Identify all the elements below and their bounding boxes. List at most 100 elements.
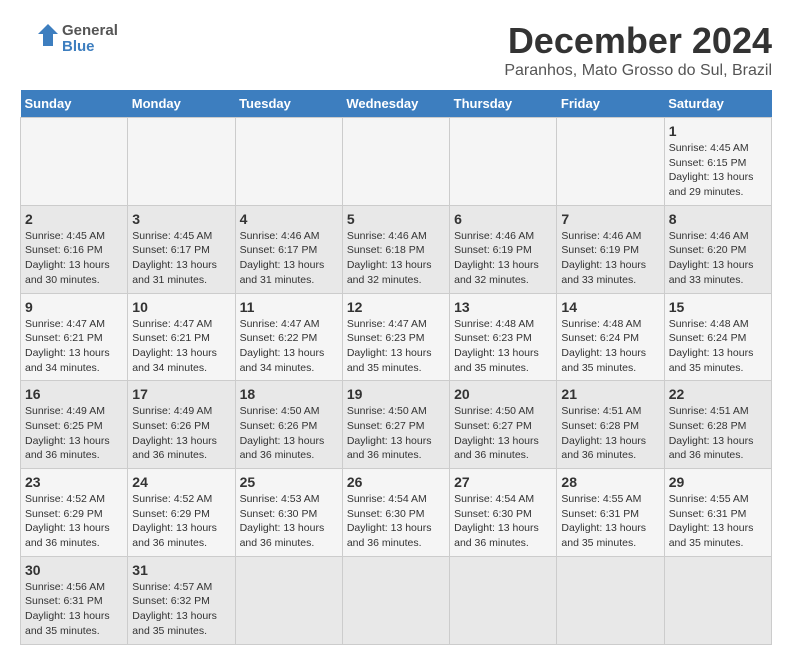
day-number: 16 [25,386,123,402]
day-info: Sunrise: 4:55 AM Sunset: 6:31 PM Dayligh… [561,492,659,551]
calendar-week-row: 16Sunrise: 4:49 AM Sunset: 6:25 PM Dayli… [21,381,772,469]
day-number: 13 [454,299,552,315]
day-number: 8 [669,211,767,227]
calendar-week-row: 2 Sunrise: 4:45 AM Sunset: 6:16 PM Daylig… [21,205,772,293]
calendar-cell [21,118,128,206]
day-info: Sunrise: 4:52 AM Sunset: 6:29 PM Dayligh… [25,492,123,551]
calendar-cell: 30 Sunrise: 4:56 AM Sunset: 6:31 PM Dayli… [21,556,128,644]
day-info: Sunrise: 4:49 AM Sunset: 6:26 PM Dayligh… [132,404,230,463]
calendar-week-row: 30 Sunrise: 4:56 AM Sunset: 6:31 PM Dayli… [21,556,772,644]
day-info: Sunrise: 4:51 AM Sunset: 6:28 PM Dayligh… [561,404,659,463]
calendar-cell [557,118,664,206]
calendar-cell: 7 Sunrise: 4:46 AM Sunset: 6:19 PM Daylig… [557,205,664,293]
calendar-cell: 22 Sunrise: 4:51 AM Sunset: 6:28 PM Dayli… [664,381,771,469]
calendar-cell: 19 Sunrise: 4:50 AM Sunset: 6:27 PM Dayli… [342,381,449,469]
day-of-week-header: Sunday [21,90,128,118]
calendar-cell [664,556,771,644]
day-info: Sunrise: 4:55 AM Sunset: 6:31 PM Dayligh… [669,492,767,551]
day-info: Sunrise: 4:46 AM Sunset: 6:19 PM Dayligh… [454,229,552,288]
day-info: Sunrise: 4:56 AM Sunset: 6:31 PM Dayligh… [25,580,123,639]
calendar-cell: 12 Sunrise: 4:47 AM Sunset: 6:23 PM Dayli… [342,293,449,381]
calendar-cell: 8 Sunrise: 4:46 AM Sunset: 6:20 PM Daylig… [664,205,771,293]
day-info: Sunrise: 4:45 AM Sunset: 6:17 PM Dayligh… [132,229,230,288]
subtitle: Paranhos, Mato Grosso do Sul, Brazil [504,62,772,80]
day-info: Sunrise: 4:50 AM Sunset: 6:27 PM Dayligh… [347,404,445,463]
day-info: Sunrise: 4:54 AM Sunset: 6:30 PM Dayligh… [347,492,445,551]
calendar-cell: 6Sunrise: 4:46 AM Sunset: 6:19 PM Daylig… [450,205,557,293]
day-of-week-header: Tuesday [235,90,342,118]
calendar-cell [342,556,449,644]
calendar-cell: 14 Sunrise: 4:48 AM Sunset: 6:24 PM Dayli… [557,293,664,381]
day-number: 27 [454,474,552,490]
day-info: Sunrise: 4:46 AM Sunset: 6:18 PM Dayligh… [347,229,445,288]
day-info: Sunrise: 4:46 AM Sunset: 6:19 PM Dayligh… [561,229,659,288]
day-info: Sunrise: 4:51 AM Sunset: 6:28 PM Dayligh… [669,404,767,463]
day-info: Sunrise: 4:45 AM Sunset: 6:15 PM Dayligh… [669,141,767,200]
day-info: Sunrise: 4:48 AM Sunset: 6:24 PM Dayligh… [669,317,767,376]
calendar-cell [557,556,664,644]
day-number: 10 [132,299,230,315]
logo: General Blue [20,20,118,58]
calendar-header-row: SundayMondayTuesdayWednesdayThursdayFrid… [21,90,772,118]
day-number: 2 [25,211,123,227]
day-info: Sunrise: 4:45 AM Sunset: 6:16 PM Dayligh… [25,229,123,288]
day-info: Sunrise: 4:47 AM Sunset: 6:23 PM Dayligh… [347,317,445,376]
day-number: 24 [132,474,230,490]
calendar-cell: 5 Sunrise: 4:46 AM Sunset: 6:18 PM Daylig… [342,205,449,293]
day-number: 7 [561,211,659,227]
day-info: Sunrise: 4:48 AM Sunset: 6:24 PM Dayligh… [561,317,659,376]
day-number: 31 [132,562,230,578]
calendar-cell [342,118,449,206]
day-number: 28 [561,474,659,490]
logo-general: General [62,23,118,40]
calendar-week-row: 9 Sunrise: 4:47 AM Sunset: 6:21 PM Daylig… [21,293,772,381]
logo-svg [20,20,58,58]
day-info: Sunrise: 4:50 AM Sunset: 6:26 PM Dayligh… [240,404,338,463]
calendar-cell: 26Sunrise: 4:54 AM Sunset: 6:30 PM Dayli… [342,469,449,557]
calendar-cell [450,556,557,644]
calendar-week-row: 1 Sunrise: 4:45 AM Sunset: 6:15 PM Daylig… [21,118,772,206]
day-number: 1 [669,123,767,139]
calendar-cell: 15Sunrise: 4:48 AM Sunset: 6:24 PM Dayli… [664,293,771,381]
calendar-cell: 18 Sunrise: 4:50 AM Sunset: 6:26 PM Dayli… [235,381,342,469]
day-info: Sunrise: 4:47 AM Sunset: 6:21 PM Dayligh… [25,317,123,376]
day-info: Sunrise: 4:46 AM Sunset: 6:17 PM Dayligh… [240,229,338,288]
calendar-cell: 1 Sunrise: 4:45 AM Sunset: 6:15 PM Daylig… [664,118,771,206]
day-info: Sunrise: 4:46 AM Sunset: 6:20 PM Dayligh… [669,229,767,288]
day-number: 20 [454,386,552,402]
day-number: 25 [240,474,338,490]
day-info: Sunrise: 4:47 AM Sunset: 6:22 PM Dayligh… [240,317,338,376]
calendar-cell: 29 Sunrise: 4:55 AM Sunset: 6:31 PM Dayli… [664,469,771,557]
day-number: 22 [669,386,767,402]
day-number: 9 [25,299,123,315]
calendar-cell [235,118,342,206]
day-info: Sunrise: 4:53 AM Sunset: 6:30 PM Dayligh… [240,492,338,551]
calendar-cell: 4 Sunrise: 4:46 AM Sunset: 6:17 PM Daylig… [235,205,342,293]
day-number: 19 [347,386,445,402]
day-number: 30 [25,562,123,578]
calendar-cell: 13 Sunrise: 4:48 AM Sunset: 6:23 PM Dayli… [450,293,557,381]
day-of-week-header: Thursday [450,90,557,118]
calendar-cell [128,118,235,206]
day-number: 18 [240,386,338,402]
calendar-table: SundayMondayTuesdayWednesdayThursdayFrid… [20,90,772,645]
day-info: Sunrise: 4:48 AM Sunset: 6:23 PM Dayligh… [454,317,552,376]
day-number: 4 [240,211,338,227]
calendar-cell: 31 Sunrise: 4:57 AM Sunset: 6:32 PM Dayli… [128,556,235,644]
calendar-cell: 24Sunrise: 4:52 AM Sunset: 6:29 PM Dayli… [128,469,235,557]
calendar-cell: 28 Sunrise: 4:55 AM Sunset: 6:31 PM Dayli… [557,469,664,557]
day-of-week-header: Saturday [664,90,771,118]
day-number: 29 [669,474,767,490]
calendar-cell: 9 Sunrise: 4:47 AM Sunset: 6:21 PM Daylig… [21,293,128,381]
day-number: 14 [561,299,659,315]
day-info: Sunrise: 4:57 AM Sunset: 6:32 PM Dayligh… [132,580,230,639]
day-number: 5 [347,211,445,227]
day-number: 11 [240,299,338,315]
day-number: 23 [25,474,123,490]
day-number: 12 [347,299,445,315]
calendar-week-row: 23 Sunrise: 4:52 AM Sunset: 6:29 PM Dayli… [21,469,772,557]
day-of-week-header: Friday [557,90,664,118]
calendar-cell [450,118,557,206]
day-info: Sunrise: 4:47 AM Sunset: 6:21 PM Dayligh… [132,317,230,376]
calendar-cell: 17Sunrise: 4:49 AM Sunset: 6:26 PM Dayli… [128,381,235,469]
